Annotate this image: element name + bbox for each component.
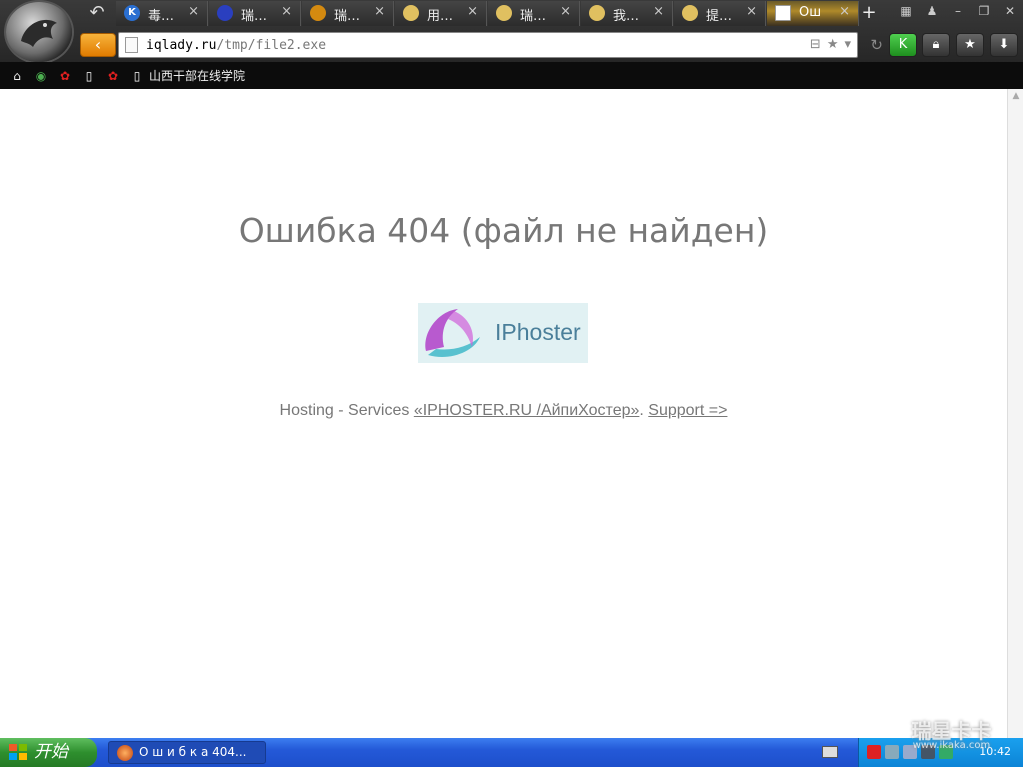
- tab-0[interactable]: K 毒… ×: [116, 1, 208, 26]
- tab-label: 提…: [706, 9, 733, 24]
- network-icon[interactable]: [885, 745, 899, 759]
- paw-icon: [217, 5, 233, 21]
- security-icon[interactable]: [921, 745, 935, 759]
- tab-close-icon[interactable]: ×: [374, 4, 385, 19]
- star-icon[interactable]: ★: [827, 37, 839, 52]
- tab-label: Ош: [799, 5, 822, 20]
- tab-label: 瑞…: [241, 9, 268, 24]
- system-tray: 10:42: [858, 738, 1023, 767]
- nav-toolbar: ‹ iqlady.ru/tmp/file2.exe ⊟ ★ ▾ ↻ K 🔒︎ ★…: [78, 28, 1023, 62]
- weibo-icon: ✿: [59, 68, 71, 83]
- dropdown-icon[interactable]: ▾: [844, 37, 851, 52]
- tab-label: 毒…: [148, 9, 175, 24]
- tab-label: 瑞…: [520, 9, 547, 24]
- smiley-icon: [682, 5, 698, 21]
- new-tab-button[interactable]: +: [858, 2, 880, 24]
- chrome-icon: ◉: [35, 68, 47, 83]
- tab-6[interactable]: 提… ×: [674, 1, 766, 26]
- page-icon: [775, 5, 791, 21]
- windows-flag-icon: [9, 744, 27, 760]
- start-button[interactable]: 开始: [0, 738, 97, 767]
- lock-icon[interactable]: 🔒︎: [922, 33, 950, 57]
- bookmark-5[interactable]: ▯ 山西干部在线学院: [130, 67, 245, 84]
- tab-close-icon[interactable]: ×: [281, 4, 292, 19]
- smiley-icon: [589, 5, 605, 21]
- browser-chrome: ↶ K 毒… × 瑞… × 瑞… × 用… × 瑞… × 我… × 提… × Ош × + ▦ ♟ – ❐ ✕ …: [0, 0, 1023, 89]
- restore-icon[interactable]: ❐: [971, 0, 997, 24]
- bookmark-4[interactable]: ✿: [106, 69, 120, 83]
- antivirus-icon[interactable]: [867, 745, 881, 759]
- footer-line: Hosting - Services «IPHOSTER.RU /АйпиХос…: [279, 402, 728, 419]
- shield-icon[interactable]: [939, 745, 953, 759]
- iphoster-swirl-icon: [425, 309, 480, 357]
- bookmark-2[interactable]: ✿: [58, 69, 72, 83]
- iphoster-logo[interactable]: IPhoster: [418, 303, 588, 363]
- taskbar: 开始 О ш и б к а 404... 10:42: [0, 738, 1023, 767]
- bookmark-0[interactable]: ⌂: [10, 69, 24, 83]
- taskbar-window-item[interactable]: О ш и б к а 404...: [108, 741, 266, 764]
- bookmark-1[interactable]: ◉: [34, 69, 48, 83]
- tab-5[interactable]: 我… ×: [581, 1, 673, 26]
- tab-2[interactable]: 瑞… ×: [302, 1, 394, 26]
- kaka-icon[interactable]: K: [889, 33, 917, 57]
- browser-logo[interactable]: [6, 2, 72, 62]
- iphoster-logo-text: IPhoster: [495, 319, 581, 345]
- bookmark-label: 山西干部在线学院: [149, 69, 246, 83]
- tab-1[interactable]: 瑞… ×: [209, 1, 301, 26]
- favorites-icon[interactable]: ★: [956, 33, 984, 57]
- close-window-icon[interactable]: ✕: [997, 0, 1023, 24]
- tab-strip: ↶ K 毒… × 瑞… × 瑞… × 用… × 瑞… × 我… × 提… × Ош × + ▦ ♟ – ❐ ✕: [78, 0, 1023, 28]
- support-link[interactable]: Support =>: [648, 402, 727, 419]
- tab-close-icon[interactable]: ×: [746, 4, 757, 19]
- iphoster-link[interactable]: «IPHOSTER.RU /АйпиХостер»: [414, 402, 640, 419]
- skin-icon[interactable]: ♟: [919, 0, 945, 24]
- tab-close-icon[interactable]: ×: [839, 4, 850, 19]
- browser-task-icon: [117, 745, 133, 761]
- tab-close-icon[interactable]: ×: [188, 4, 199, 19]
- smiley-icon: [496, 5, 512, 21]
- weibo-icon: ✿: [107, 68, 119, 83]
- tab-3[interactable]: 用… ×: [395, 1, 487, 26]
- page-icon: ▯: [85, 68, 93, 83]
- tab-label: 用…: [427, 9, 454, 24]
- page-content: Ошибка 404 (файл не найден) IPhoster Hos…: [0, 89, 1007, 738]
- K-icon: K: [124, 5, 140, 21]
- volume-icon[interactable]: [903, 745, 917, 759]
- tiger-icon: [310, 5, 326, 21]
- grid-icon[interactable]: ▦: [893, 0, 919, 24]
- tab-close-icon[interactable]: ×: [560, 4, 571, 19]
- smiley-icon: [403, 5, 419, 21]
- page-icon: ▯: [133, 68, 141, 83]
- window-controls: ▦ ♟ – ❐ ✕: [893, 0, 1023, 24]
- bookmarks-bar: ⌂ ◉ ✿ ▯ ✿ ▯ 山西干部在线学院: [0, 62, 1023, 89]
- download-icon[interactable]: ⬇: [990, 33, 1018, 57]
- keyboard-icon[interactable]: [822, 746, 838, 758]
- tab-7[interactable]: Ош ×: [767, 1, 859, 26]
- tab-close-icon[interactable]: ×: [653, 4, 664, 19]
- bookmark-3[interactable]: ▯: [82, 69, 96, 83]
- blocked-popup-icon[interactable]: ⊟: [810, 37, 821, 52]
- cheetah-icon: [21, 19, 57, 47]
- vertical-scrollbar[interactable]: ▲: [1007, 89, 1023, 738]
- minimize-icon[interactable]: –: [945, 0, 971, 24]
- undo-close-icon[interactable]: ↶: [78, 0, 116, 26]
- tab-label: 我…: [613, 9, 640, 24]
- error-title: Ошибка 404 (файл не найден): [238, 211, 769, 250]
- reload-icon[interactable]: ↻: [870, 36, 883, 54]
- tab-label: 瑞…: [334, 9, 361, 24]
- home-icon: ⌂: [13, 68, 21, 83]
- page-icon: [125, 37, 138, 53]
- scroll-up-icon[interactable]: ▲: [1008, 89, 1023, 103]
- clock: 10:42: [979, 745, 1011, 758]
- tab-4[interactable]: 瑞… ×: [488, 1, 580, 26]
- back-button[interactable]: ‹: [80, 33, 116, 57]
- tab-close-icon[interactable]: ×: [467, 4, 478, 19]
- url-text[interactable]: iqlady.ru/tmp/file2.exe: [146, 38, 326, 53]
- address-bar[interactable]: iqlady.ru/tmp/file2.exe ⊟ ★ ▾ ↻: [118, 32, 883, 58]
